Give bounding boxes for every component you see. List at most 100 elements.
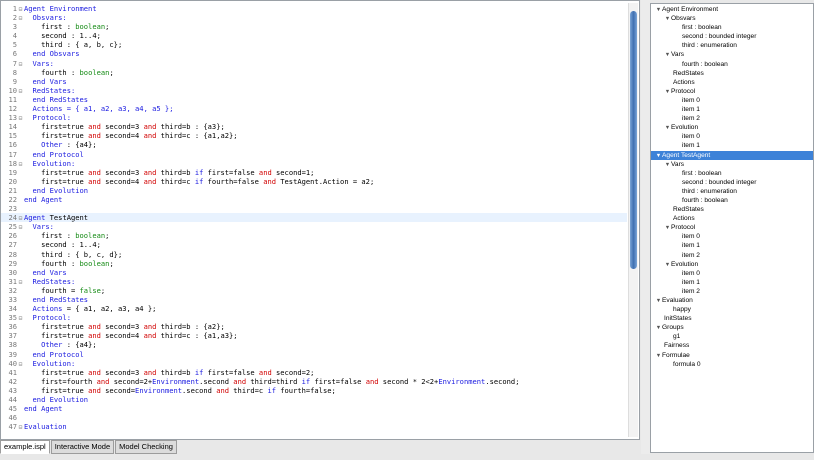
outline-item[interactable]: item 1: [651, 141, 813, 150]
outline-item[interactable]: ▼Agent Environment: [651, 5, 813, 14]
outline-item[interactable]: first : boolean: [651, 23, 813, 32]
code-line[interactable]: 38 Other : {a4};: [1, 340, 627, 349]
code-line[interactable]: 13 ⊟ Protocol:: [1, 113, 627, 122]
code-line[interactable]: 7 ⊟ Vars:: [1, 59, 627, 68]
code-token: : {a4};: [62, 140, 97, 150]
outline-item[interactable]: ▼Evolution: [651, 260, 813, 269]
code-line[interactable]: 44 end Evolution: [1, 395, 627, 404]
code-line[interactable]: 4 second : 1..4;: [1, 31, 627, 40]
outline-item[interactable]: ▼Vars: [651, 50, 813, 59]
outline-item[interactable]: item 2: [651, 287, 813, 296]
code-line[interactable]: 35 ⊟ Protocol:: [1, 313, 627, 322]
outline-item[interactable]: InitStates: [651, 314, 813, 323]
outline-item[interactable]: ▼Formulae: [651, 351, 813, 360]
code-line[interactable]: 39 end Protocol: [1, 350, 627, 359]
code-line[interactable]: 47 ⊟ Evaluation: [1, 422, 627, 431]
outline-item[interactable]: item 2: [651, 251, 813, 260]
code-line[interactable]: 41 first=true and second=3 and third=b i…: [1, 368, 627, 377]
code-line[interactable]: 23: [1, 204, 627, 213]
code-line[interactable]: 26 first : boolean;: [1, 231, 627, 240]
outline-item[interactable]: ▼Evolution: [651, 123, 813, 132]
outline-item[interactable]: fourth : boolean: [651, 60, 813, 69]
code-line[interactable]: 31 ⊟ RedStates:: [1, 277, 627, 286]
code-line[interactable]: 9 end Vars: [1, 77, 627, 86]
outline-item[interactable]: ▼Obsvars: [651, 14, 813, 23]
outline-item-label: third : enumeration: [682, 187, 737, 195]
code-line[interactable]: 12 Actions = { a1, a2, a3, a4, a5 };: [1, 104, 627, 113]
outline-item[interactable]: item 0: [651, 96, 813, 105]
code-line[interactable]: 28 third : { b, c, d};: [1, 250, 627, 259]
code-line[interactable]: 21 end Evolution: [1, 186, 627, 195]
outline-item[interactable]: item 1: [651, 241, 813, 250]
code-line[interactable]: 29 fourth : boolean;: [1, 259, 627, 268]
editor-vertical-scrollbar[interactable]: [628, 3, 638, 437]
code-line[interactable]: 40 ⊟ Evolution:: [1, 359, 627, 368]
outline-item[interactable]: item 0: [651, 232, 813, 241]
outline-item[interactable]: third : enumeration: [651, 187, 813, 196]
outline-item[interactable]: item 1: [651, 105, 813, 114]
code-line[interactable]: 42 first=fourth and second=2+Environment…: [1, 377, 627, 386]
code-line[interactable]: 33 end RedStates: [1, 295, 627, 304]
outline-item[interactable]: ▼Agent TestAgent: [651, 150, 813, 160]
code-line[interactable]: 22 end Agent: [1, 195, 627, 204]
code-line[interactable]: 18 ⊟ Evolution:: [1, 159, 627, 168]
outline-item[interactable]: Actions: [651, 214, 813, 223]
code-line[interactable]: 16 Other : {a4};: [1, 140, 627, 149]
outline-item[interactable]: formula 0: [651, 360, 813, 369]
code-line[interactable]: 46: [1, 413, 627, 422]
outline-item[interactable]: RedStates: [651, 205, 813, 214]
code-line[interactable]: 34 Actions = { a1, a2, a3, a4 };: [1, 304, 627, 313]
code-line[interactable]: 20 first=true and second=4 and third=c i…: [1, 177, 627, 186]
outline-item[interactable]: third : enumeration: [651, 41, 813, 50]
code-line[interactable]: 1 ⊟ Agent Environment: [1, 4, 627, 13]
outline-item[interactable]: ▼Groups: [651, 323, 813, 332]
outline-item[interactable]: Fairness: [651, 341, 813, 350]
outline-item[interactable]: item 0: [651, 132, 813, 141]
outline-item[interactable]: ▼Protocol: [651, 223, 813, 232]
code-line[interactable]: 5 third : { a, b, c};: [1, 40, 627, 49]
code-line[interactable]: 32 fourth = false;: [1, 286, 627, 295]
code-line[interactable]: 25 ⊟ Vars:: [1, 222, 627, 231]
tab-interactive-mode[interactable]: Interactive Mode: [50, 440, 115, 454]
code-line[interactable]: 2 ⊟ Obsvars:: [1, 13, 627, 22]
outline-item[interactable]: item 2: [651, 114, 813, 123]
outline-tree[interactable]: ▼Agent Environment ▼Obsvars first : boolea…: [651, 5, 813, 369]
splitter[interactable]: [641, 0, 650, 454]
code-line[interactable]: 37 first=true and second=4 and third=c :…: [1, 331, 627, 340]
outline-item-label: Groups: [662, 324, 684, 332]
code-line[interactable]: 43 first=true and second=Environment.sec…: [1, 386, 627, 395]
tab-example-ispl[interactable]: example.ispl: [0, 440, 50, 454]
code-line[interactable]: 24 ⊟ Agent TestAgent: [1, 213, 627, 223]
code-line[interactable]: 10 ⊟ RedStates:: [1, 86, 627, 95]
fold-toggle-icon[interactable]: ⊟: [17, 423, 24, 432]
outline-item[interactable]: g1: [651, 332, 813, 341]
code-line[interactable]: 6 end Obsvars: [1, 49, 627, 58]
code-line[interactable]: 30 end Vars: [1, 268, 627, 277]
outline-item[interactable]: RedStates: [651, 69, 813, 78]
outline-item[interactable]: ▼Protocol: [651, 87, 813, 96]
code-line[interactable]: 11 end RedStates: [1, 95, 627, 104]
outline-item[interactable]: first : boolean: [651, 169, 813, 178]
code-line[interactable]: 3 first : boolean;: [1, 22, 627, 31]
outline-item[interactable]: fourth : boolean: [651, 196, 813, 205]
code-line[interactable]: 19 first=true and second=3 and third=b i…: [1, 168, 627, 177]
code-line[interactable]: 27 second : 1..4;: [1, 240, 627, 249]
code-editor[interactable]: 1 ⊟ Agent Environment 2 ⊟ Obsvars: 3 first : …: [0, 0, 640, 440]
tab-model-checking[interactable]: Model Checking: [115, 440, 177, 454]
code-line[interactable]: 14 first=true and second=3 and third=b :…: [1, 122, 627, 131]
outline-item[interactable]: item 1: [651, 278, 813, 287]
outline-item[interactable]: second : bounded integer: [651, 178, 813, 187]
outline-item[interactable]: ▼Vars: [651, 160, 813, 169]
outline-item[interactable]: happy: [651, 305, 813, 314]
outline-item[interactable]: item 0: [651, 269, 813, 278]
code-line[interactable]: 15 first=true and second=4 and third=c :…: [1, 131, 627, 140]
code-line[interactable]: 8 fourth : boolean;: [1, 68, 627, 77]
editor-scroll-thumb[interactable]: [630, 11, 637, 269]
outline-item[interactable]: Actions: [651, 78, 813, 87]
outline-item[interactable]: second : bounded integer: [651, 32, 813, 41]
code-line[interactable]: 45 end Agent: [1, 404, 627, 413]
code-lines[interactable]: 1 ⊟ Agent Environment 2 ⊟ Obsvars: 3 first : …: [1, 4, 627, 431]
code-line[interactable]: 36 first=true and second=3 and third=b :…: [1, 322, 627, 331]
outline-item[interactable]: ▼Evaluation: [651, 296, 813, 305]
code-line[interactable]: 17 end Protocol: [1, 150, 627, 159]
